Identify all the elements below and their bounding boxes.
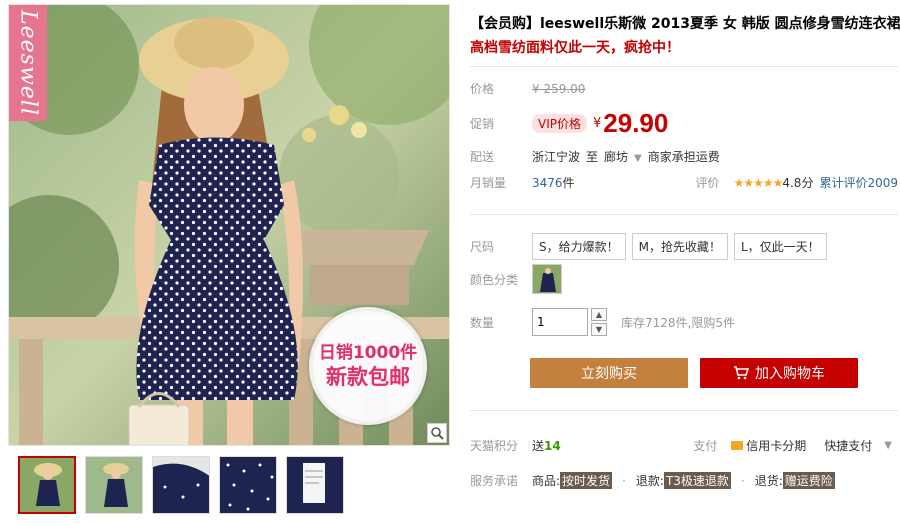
thumbnail-1[interactable] (18, 456, 76, 514)
separator-dot: · (740, 473, 745, 488)
add-to-cart-button[interactable]: 加入购物车 (700, 358, 858, 388)
sales-label: 月销量 (470, 176, 507, 190)
chevron-down-icon: ▼ (634, 153, 642, 164)
shipping-row: 配送 浙江宁波 至 廊坊 ▼ 商家承担运费 (470, 148, 720, 165)
size-row: 尺码 S，给力爆款！ M，抢先收藏！ L，仅此一天！ (470, 233, 833, 260)
quantity-row: 数量 ▲ ▼ 库存7128件,限购5件 (470, 308, 735, 336)
ship-to-city: 廊坊 (604, 150, 629, 164)
cart-icon (734, 366, 749, 380)
price-label: 价格 (470, 82, 495, 96)
thumbnail-4[interactable] (219, 456, 277, 514)
zoom-icon[interactable] (427, 423, 447, 443)
size-option-l[interactable]: L，仅此一天！ (733, 233, 827, 260)
color-label: 颜色分类 (470, 272, 519, 287)
installment-link[interactable]: 信用卡分期 (746, 437, 806, 454)
color-row: 颜色分类 (470, 264, 562, 294)
quantity-label: 数量 (470, 315, 495, 330)
thumbnail-strip (18, 456, 344, 514)
service-label: 服务承诺 (470, 474, 519, 488)
divider (470, 66, 898, 67)
product-details-header: 【会员购】leeswell乐斯微 2013夏季 女 韩版 圆点修身雪纺连衣裙 高… (470, 14, 900, 58)
size-option-s[interactable]: S，给力爆款！ (532, 233, 626, 260)
divider (470, 214, 898, 215)
rating-label: 评价 (695, 176, 720, 190)
reviews-link[interactable]: 累计评价2009 (819, 174, 898, 191)
shipping-label: 配送 (470, 150, 495, 164)
stock-info: 库存7128件,限购5件 (621, 315, 735, 330)
service-row: 服务承诺 商品: 按时发货 · 退款: T3极速退款 · 退货: 赠运费险 (470, 472, 835, 489)
ship-to-word: 至 (586, 150, 599, 164)
sales-row: 月销量 3476 件 评价 ★★★★★ 4.8分 累计评价2009 (470, 174, 898, 191)
shipping-fee: 商家承担运费 (647, 150, 720, 164)
ship-from: 浙江宁波 (532, 150, 581, 164)
return-label: 退货: (754, 474, 783, 488)
express-pay-link[interactable]: 快捷支付 (824, 437, 872, 454)
shipping-insurance-tag: 赠运费险 (782, 472, 835, 489)
sale-price: 29.90 (603, 108, 669, 138)
thumbnail-5[interactable] (286, 456, 344, 514)
rating-score: 4.8分 (782, 176, 814, 190)
product-subtitle: 高档雪纺面料仅此一天，疯抢中！ (470, 40, 680, 56)
quantity-input[interactable] (532, 308, 588, 336)
ship-to-select[interactable]: 廊坊 ▼ (604, 148, 648, 165)
chevron-down-icon[interactable]: ▼ (884, 440, 892, 451)
product-title: 【会员购】leeswell乐斯微 2013夏季 女 韩版 圆点修身雪纺连衣裙 (470, 16, 900, 32)
sales-unit: 件 (562, 176, 575, 190)
fast-refund-tag: T3极速退款 (663, 472, 731, 489)
thumbnail-2[interactable] (85, 456, 143, 514)
rating-stars: ★★★★★ (733, 175, 784, 190)
promo-label: 促销 (470, 117, 495, 131)
points-row: 天猫积分 送 14 支付 信用卡分期 快捷支付 ▼ (470, 437, 898, 454)
divider (470, 410, 898, 411)
points-value: 14 (544, 438, 561, 453)
thumbnail-3[interactable] (152, 456, 210, 514)
decrease-icon[interactable]: ▼ (591, 323, 607, 336)
promo-line-2: 新款包邮 (326, 365, 410, 389)
add-to-cart-label: 加入购物车 (755, 366, 825, 382)
main-product-image[interactable]: Leeswell 日销1000件 新款包邮 (8, 4, 450, 446)
vip-badge: VIP价格 (532, 114, 587, 133)
color-option-navy-dots[interactable] (532, 264, 562, 294)
original-price: ¥ 259.00 (532, 81, 586, 96)
promo-line-1: 日销1000件 (318, 343, 418, 363)
points-text: 送 (532, 439, 545, 453)
brand-logo-tag: Leeswell (9, 5, 47, 121)
quantity-stepper: ▲ ▼ (591, 308, 607, 336)
buy-now-button[interactable]: 立刻购买 (530, 358, 688, 388)
refund-label: 退款: (635, 474, 664, 488)
sales-count: 3476 (532, 175, 563, 190)
on-time-ship-tag: 按时发货 (560, 472, 613, 489)
increase-icon[interactable]: ▲ (591, 308, 607, 321)
size-option-m[interactable]: M，抢先收藏！ (631, 233, 728, 260)
currency-symbol: ¥ (593, 116, 602, 131)
promo-sticker: 日销1000件 新款包邮 (309, 307, 427, 425)
separator-dot: · (622, 473, 626, 488)
credit-card-icon (731, 441, 744, 450)
promo-price-row: 促销 VIP价格 ¥ 29.90 (470, 108, 668, 139)
points-label: 天猫积分 (470, 439, 519, 453)
original-price-row: 价格 ¥ 259.00 (470, 80, 585, 97)
size-label: 尺码 (470, 240, 495, 254)
goods-label: 商品: (532, 474, 561, 488)
pay-label: 支付 (693, 439, 718, 453)
